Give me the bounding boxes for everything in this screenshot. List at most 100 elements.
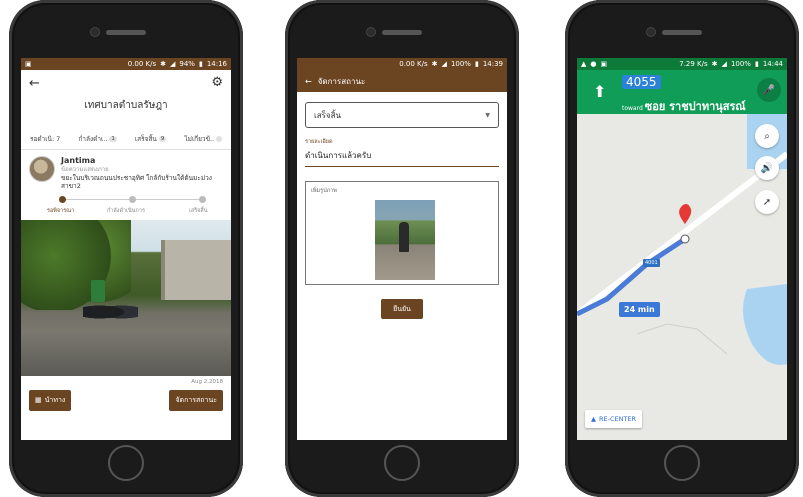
step-dot-done <box>199 195 206 203</box>
step-label-in-progress: กำลังดำเนินการ <box>107 207 145 214</box>
status-tabs: รอดำเนิ: 7 กำลังดำเ.. 1 เสร็จสิ้น 9 ไม่เ… <box>21 128 231 150</box>
front-camera <box>91 28 99 36</box>
report-card-header: Jantima ข้อความแสดงภาย ขยะในบริเวณถนนประ… <box>21 150 231 190</box>
speaker <box>106 30 146 35</box>
status-left: ▣ <box>25 60 32 68</box>
report-info: Jantima ข้อความแสดงภาย ขยะในบริเวณถนนประ… <box>61 156 223 190</box>
volume-icon[interactable]: 🔊 <box>755 156 779 180</box>
recenter-button[interactable]: ▲ RE-CENTER <box>585 410 643 428</box>
recenter-arrow-icon: ▲ <box>591 415 596 423</box>
manage-status-button[interactable]: จัดการสถานะ <box>169 389 223 411</box>
bluetooth-icon: ✱ <box>160 60 166 68</box>
battery-level: 100% <box>450 60 471 68</box>
home-button[interactable] <box>384 445 420 481</box>
nav-arrow-icon: ▲ <box>581 60 587 68</box>
search-icon[interactable]: ⌕ <box>755 124 779 148</box>
step-dot-pending <box>59 195 66 203</box>
status-time: 14:16 <box>206 60 227 68</box>
tab-count-badge: 1 <box>109 135 117 142</box>
detail-input[interactable]: ดำเนินการแล้วครับ <box>305 146 499 167</box>
status-left: ▲ ● ▣ <box>581 60 607 68</box>
tab-in-progress[interactable]: กำลังดำเ.. 1 <box>78 134 117 144</box>
status-bar: ▲ ● ▣ 7.29 K/s ✱ ◢ 100% ▮ 14:44 <box>577 58 787 70</box>
photo-tree <box>21 219 131 310</box>
signal-icon: ◢ <box>441 60 447 68</box>
signal-icon: ◢ <box>170 60 176 68</box>
photo-house <box>161 239 231 300</box>
uploaded-image[interactable] <box>375 200 435 280</box>
progress-stepper: รอพิจารณา กำลังดำเนินการ เสร็จสิ้น <box>31 194 221 220</box>
confirm-button[interactable]: ยืนยัน <box>381 299 423 319</box>
tab-done[interactable]: เสร็จสิ้น 9 <box>135 134 167 144</box>
report-message: ขยะในบริเวณถนนประชาอุทิศ ใกล้กับร้านใต้ต… <box>61 173 212 190</box>
road-label: 4001 <box>643 259 660 267</box>
map-icon: ▦ <box>35 396 42 405</box>
app-header: ← จัดการสถานะ <box>297 70 507 92</box>
image-upload-box[interactable]: เพิ่มรูปภาพ <box>305 181 499 285</box>
compass-icon[interactable]: ➚ <box>755 190 779 214</box>
tab-irrelevant[interactable]: ไม่เกี่ยวข้.. <box>184 134 222 144</box>
action-row: ▦ นำทาง จัดการสถานะ <box>21 388 231 413</box>
avatar <box>29 156 55 182</box>
report-subtitle: ข้อความแสดงภาย <box>61 166 109 173</box>
status-time: 14:39 <box>482 60 503 68</box>
image-icon: ▣ <box>600 60 608 68</box>
status-form: เสร็จสิ้น ▼ รายละเอียด ดำเนินการแล้วครับ… <box>297 92 507 329</box>
navigate-button[interactable]: ▦ นำทาง <box>29 389 72 411</box>
map[interactable]: ⌕ 🔊 ➚ 4001 24 min ▲ RE-CENTER <box>577 114 787 440</box>
signal-icon: ◢ <box>721 60 727 68</box>
toward-road: ซอย ราชปาทานุสรณ์ <box>644 100 746 113</box>
tab-pending[interactable]: รอดำเนิ: 7 <box>30 134 60 144</box>
tab-count-badge: 9 <box>158 135 167 142</box>
battery-icon: ▮ <box>754 60 759 68</box>
back-arrow-icon[interactable]: ← <box>305 77 312 86</box>
status-speed: 0.00 K/s <box>127 60 157 68</box>
bluetooth-icon: ✱ <box>711 60 718 68</box>
status-select-value: เสร็จสิ้น <box>314 110 341 120</box>
screen-report-detail: ▣ 0.00 K/s ✱ ◢ 94% ▮ 14:16 ← ⚙ เทศบาลตำบ… <box>21 58 231 440</box>
photo-bin <box>91 279 105 302</box>
gear-icon[interactable]: ⚙ <box>211 75 223 90</box>
toward-prefix: toward <box>622 105 643 112</box>
status-bar: 0.00 K/s ✱ ◢ 100% ▮ 14:39 <box>297 58 507 70</box>
step-label-done: เสร็จสิ้น <box>189 207 208 214</box>
photo-garbage-bags <box>83 301 138 322</box>
report-date: Aug 2,2018 <box>191 378 223 385</box>
navigation-banner: ⬆ 4055 toward ซอย ราชปาทานุสรณ์ 🎤 <box>577 70 787 114</box>
phone-frame-2: 0.00 K/s ✱ ◢ 100% ▮ 14:39 ← จัดการสถานะ … <box>285 0 519 497</box>
battery-icon: ▮ <box>474 60 479 68</box>
photo-road <box>21 330 231 376</box>
app-header: ← ⚙ เทศบาลตำบลรัษฎา <box>21 70 231 128</box>
tab-count: 7 <box>56 134 61 143</box>
page-title: เทศบาลตำบลรัษฎา <box>84 100 168 111</box>
speaker <box>382 30 422 35</box>
phone-frame-3: ▲ ● ▣ 7.29 K/s ✱ ◢ 100% ▮ 14:44 ⬆ 4055 tow… <box>565 0 799 497</box>
home-button[interactable] <box>664 445 700 481</box>
location-icon: ● <box>590 60 597 68</box>
status-speed: 0.00 K/s <box>399 60 428 68</box>
status-bar: ▣ 0.00 K/s ✱ ◢ 94% ▮ 14:16 <box>21 58 231 70</box>
detail-label: รายละเอียด <box>305 139 333 145</box>
photo-person <box>399 222 409 252</box>
status-select[interactable]: เสร็จสิ้น ▼ <box>305 102 499 128</box>
home-button[interactable] <box>108 445 144 481</box>
status-speed: 7.29 K/s <box>679 60 708 68</box>
report-photo[interactable] <box>21 219 231 376</box>
straight-arrow-icon: ⬆ <box>593 82 607 101</box>
step-label-pending: รอพิจารณา <box>47 207 75 214</box>
back-arrow-icon[interactable]: ← <box>29 76 40 91</box>
battery-icon: ▮ <box>198 60 203 68</box>
battery-level: 100% <box>730 60 751 68</box>
water-right <box>743 284 787 365</box>
screen-manage-status: 0.00 K/s ✱ ◢ 100% ▮ 14:39 ← จัดการสถานะ … <box>297 58 507 440</box>
current-position <box>680 234 690 244</box>
detail-field[interactable]: รายละเอียด ดำเนินการแล้วครับ <box>305 138 499 167</box>
status-time: 14:44 <box>762 60 783 68</box>
route-number: 4055 <box>622 75 661 89</box>
dropdown-arrow-icon: ▼ <box>485 111 490 119</box>
reporter-name: Jantima <box>61 156 96 165</box>
destination-pin-icon <box>679 204 692 224</box>
front-camera <box>367 28 375 36</box>
mic-icon[interactable]: 🎤 <box>757 78 781 102</box>
tab-count-badge <box>216 135 222 142</box>
